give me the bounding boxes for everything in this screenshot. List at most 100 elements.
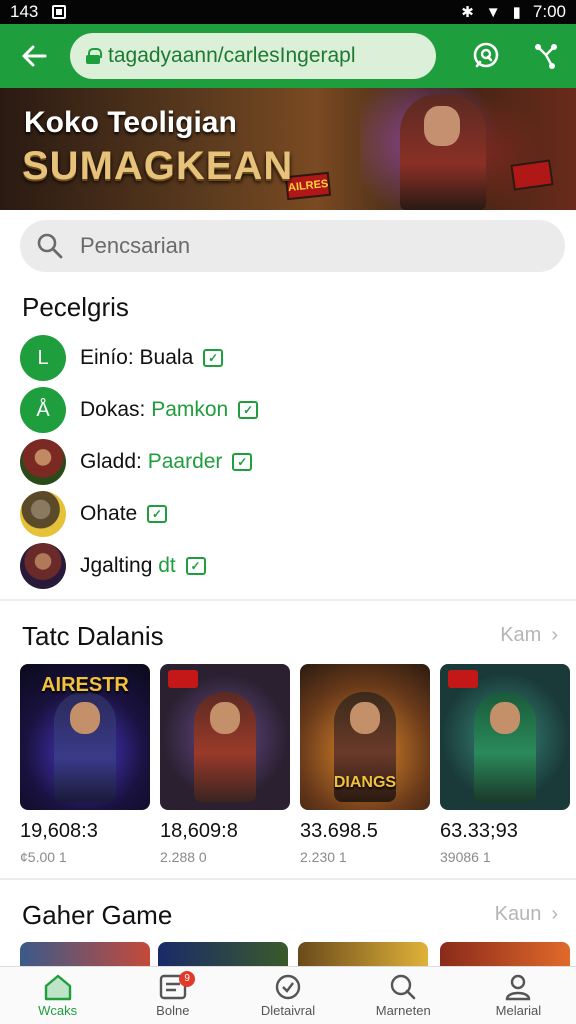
game-card-image: DIANGS xyxy=(300,664,430,810)
chat-search-button[interactable] xyxy=(468,38,504,74)
trending-more-link[interactable]: Kam › xyxy=(500,624,558,647)
more-games-more-label: Kaun xyxy=(494,903,542,925)
trending-section-title: Tatc Dalanis xyxy=(22,621,164,651)
check-circle-icon xyxy=(275,974,301,1000)
game-card[interactable]: 18,609:8 2.288 0 xyxy=(160,664,290,865)
nav-label: Dletaivral xyxy=(260,1003,316,1018)
share-icon xyxy=(535,44,557,69)
arrow-left-icon xyxy=(22,45,47,67)
banner-hero-face xyxy=(424,106,460,146)
list-item-highlight: Pamkon xyxy=(151,398,229,421)
trending-cards: AIRESTR 19,608:3 ¢5.00 1 18,609:8 2.288 … xyxy=(20,664,570,865)
game-card-preview[interactable] xyxy=(158,942,288,966)
section-divider xyxy=(0,878,576,880)
game-card-preview[interactable] xyxy=(20,942,150,966)
home-icon xyxy=(44,974,71,1001)
status-left-text: 143 xyxy=(10,2,39,21)
list-item[interactable]: Å Dokas: Pamkon ✓ xyxy=(20,384,540,436)
game-card[interactable]: DIANGS 33.698.5 2.230 1 xyxy=(300,664,430,865)
avatar xyxy=(20,439,66,485)
battery-icon: ▮ xyxy=(512,4,521,21)
card-hero-face xyxy=(350,702,380,734)
chevron-right-icon: › xyxy=(551,903,558,925)
verified-icon: ✓ xyxy=(232,453,253,472)
hero-banner[interactable]: AILRES Koko Teoligian SUMAGKEAN xyxy=(0,88,576,210)
list-item-label: Ohate ✓ xyxy=(80,502,168,526)
nav-label: Marneten xyxy=(375,1003,431,1018)
game-card[interactable]: AIRESTR 19,608:3 ¢5.00 1 xyxy=(20,664,150,865)
game-card-sub: 2.288 0 xyxy=(160,849,207,865)
people-list: L Einío: Buala ✓ Å Dokas: Pamkon ✓ Gladd… xyxy=(20,332,540,592)
url-field[interactable]: tagadyaann/carlesIngerapl xyxy=(70,33,436,79)
list-item-name: Einío: Buala xyxy=(80,346,194,369)
wifi-icon: ▼ xyxy=(485,3,501,21)
list-item-name: Ohate xyxy=(80,502,138,525)
card-tag xyxy=(168,670,198,688)
list-item[interactable]: Ohate ✓ xyxy=(20,488,540,540)
lock-icon xyxy=(86,48,102,64)
list-item[interactable]: Jgalting dt ✓ xyxy=(20,540,540,592)
list-item-name: Jgalting xyxy=(80,554,159,577)
game-card[interactable]: 63.33;93 39086 1 xyxy=(440,664,570,865)
trending-more-label: Kam xyxy=(500,624,542,646)
more-games-section-title: Gaher Game xyxy=(22,900,173,930)
verified-icon: ✓ xyxy=(185,557,206,576)
game-card-image xyxy=(160,664,290,810)
avatar: Å xyxy=(20,387,66,433)
chevron-right-icon: › xyxy=(551,624,558,646)
game-card-caption: AIRESTR xyxy=(41,674,129,696)
game-card-value: 33.698.5 xyxy=(300,820,378,842)
list-item-highlight: dt xyxy=(158,554,176,577)
bluetooth-icon: ✱ xyxy=(461,4,474,21)
nav-item-check[interactable]: Dletaivral xyxy=(230,967,345,1024)
section-divider xyxy=(0,599,576,601)
more-games-more-link[interactable]: Kaun › xyxy=(495,903,558,926)
profile-icon xyxy=(506,974,531,1001)
game-card-sub: 39086 1 xyxy=(440,849,491,865)
nav-label: Bolne xyxy=(156,1003,190,1018)
notification-badge: 9 xyxy=(179,971,196,987)
nav-item-home[interactable]: Wcaks xyxy=(0,967,115,1024)
list-item[interactable]: Gladd: Paarder ✓ xyxy=(20,436,540,488)
back-button[interactable] xyxy=(12,34,56,78)
nav-item-list[interactable]: 9 Bolne xyxy=(115,967,230,1024)
game-card-value: 19,608:3 xyxy=(20,820,98,842)
bottom-nav: Wcaks 9 Bolne Dletaivral Marneten Melari… xyxy=(0,966,576,1024)
list-item-label: Einío: Buala ✓ xyxy=(80,346,224,370)
nav-label: Wcaks xyxy=(38,1003,78,1018)
status-bar: 143 ✱ ▼ ▮ 7:00 xyxy=(0,0,576,24)
card-hero-face xyxy=(210,702,240,734)
game-card-value: 63.33;93 xyxy=(440,820,518,842)
search-placeholder: Pencsarian xyxy=(80,233,191,258)
list-item-label: Dokas: Pamkon ✓ xyxy=(80,398,259,422)
game-card-image: AIRESTR xyxy=(20,664,150,810)
banner-subtitle: Koko Teoligian xyxy=(24,106,237,139)
list-item-highlight: Paarder xyxy=(147,450,223,473)
search-input[interactable]: Pencsarian xyxy=(20,220,565,272)
game-card-preview[interactable] xyxy=(440,942,570,966)
list-item[interactable]: L Einío: Buala ✓ xyxy=(20,332,540,384)
search-icon xyxy=(37,233,63,259)
list-item-name: Dokas: xyxy=(80,398,152,421)
avatar xyxy=(20,543,66,589)
share-button[interactable] xyxy=(528,38,564,74)
verified-icon: ✓ xyxy=(203,349,224,368)
list-item-name: Gladd: xyxy=(80,450,148,473)
banner-title: SUMAGKEAN xyxy=(22,144,294,188)
list-item-label: Gladd: Paarder ✓ xyxy=(80,450,253,474)
verified-icon: ✓ xyxy=(147,505,168,524)
status-time: 7:00 xyxy=(532,2,566,21)
nav-item-profile[interactable]: Melarial xyxy=(461,967,576,1024)
list-item-label: Jgalting dt ✓ xyxy=(80,554,206,578)
game-card-preview[interactable] xyxy=(298,942,428,966)
url-text: tagadyaann/carlesIngerapl xyxy=(108,44,356,67)
game-card-value: 18,609:8 xyxy=(160,820,238,842)
game-card-caption: DIANGS xyxy=(333,774,397,791)
game-card-sub: ¢5.00 1 xyxy=(20,849,67,865)
card-hero-face xyxy=(490,702,520,734)
avatar: L xyxy=(20,335,66,381)
people-section-title: Pecelgris xyxy=(22,292,129,322)
nav-item-search[interactable]: Marneten xyxy=(346,967,461,1024)
banner-badge-right xyxy=(510,159,554,191)
card-tag xyxy=(448,670,478,688)
